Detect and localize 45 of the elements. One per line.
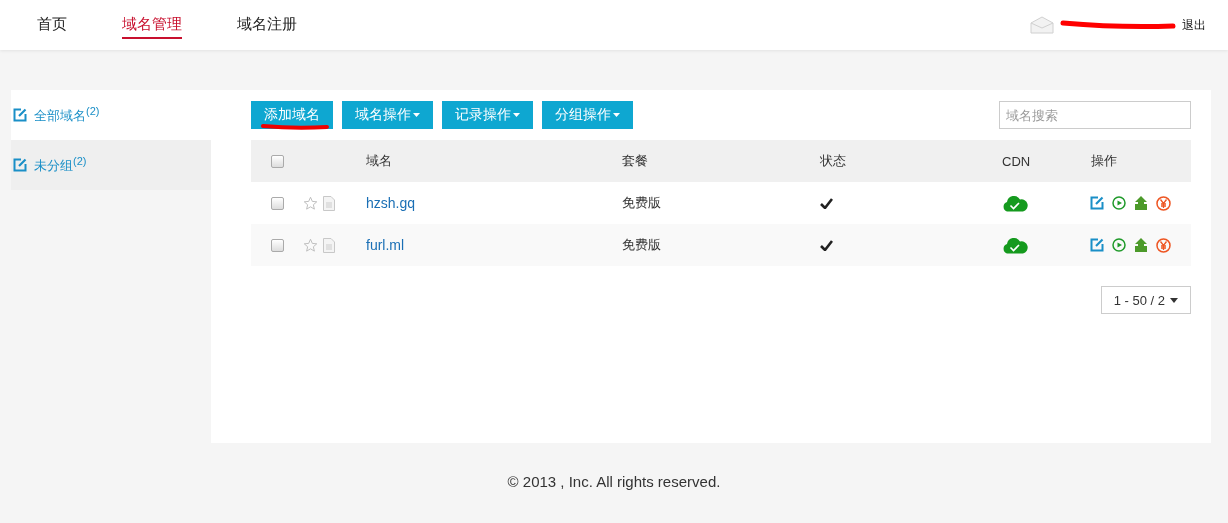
cloud-check-icon[interactable] <box>1002 194 1028 212</box>
row-checkbox[interactable] <box>271 238 284 252</box>
copyright-text: © 2013 , Inc. All rights reserved. <box>507 473 721 490</box>
envelope-icon <box>1030 16 1054 34</box>
sidebar-item[interactable]: 全部域名$^{(2)}$ <box>11 90 211 140</box>
caret-icon <box>613 113 620 117</box>
dropdown-button[interactable]: 分组操作 <box>542 101 633 129</box>
nav-tab[interactable]: 域名注册 <box>237 11 297 39</box>
upload-arrow-icon[interactable] <box>1134 196 1148 210</box>
dropdown-button[interactable]: 记录操作 <box>442 101 533 129</box>
caret-icon <box>1170 297 1178 303</box>
yen-icon[interactable] <box>1156 195 1171 211</box>
yen-icon[interactable] <box>1156 237 1171 253</box>
column-header: CDN <box>1002 153 1031 169</box>
edit-icon <box>13 158 27 172</box>
column-header: 操作 <box>1091 152 1117 170</box>
domain-link[interactable]: hzsh.gq <box>366 195 416 211</box>
add-button[interactable]: 添加域名 <box>251 101 333 129</box>
nav-tab[interactable]: 域名管理 <box>122 11 182 39</box>
row-checkbox[interactable] <box>271 196 284 210</box>
column-header: 状态 <box>820 152 846 170</box>
dropdown-button[interactable]: 域名操作 <box>342 101 433 129</box>
caret-icon <box>413 113 420 117</box>
column-header: 套餐 <box>622 153 648 168</box>
upload-arrow-icon[interactable] <box>1134 238 1148 252</box>
edit-icon[interactable] <box>1090 238 1104 252</box>
edit-icon[interactable] <box>1090 196 1104 210</box>
table-cell: 免费版 <box>622 237 661 252</box>
play-icon[interactable] <box>1112 238 1126 252</box>
pagination-dropdown[interactable]: 1 - 50 / 2 <box>1100 286 1191 314</box>
star-icon[interactable] <box>303 237 318 253</box>
column-header: 域名 <box>366 153 392 168</box>
edit-icon <box>13 108 27 122</box>
logout-link[interactable]: 退出 <box>1182 16 1206 34</box>
domain-link[interactable]: furl.ml <box>366 237 405 253</box>
cloud-check-icon[interactable] <box>1002 236 1028 254</box>
caret-icon <box>513 113 520 117</box>
select-all-checkbox[interactable] <box>271 154 284 168</box>
search-field[interactable]: 域名搜索 <box>999 101 1191 129</box>
star-icon[interactable] <box>303 195 318 211</box>
nav-tab[interactable]: 首页 <box>37 11 67 39</box>
play-icon[interactable] <box>1112 196 1126 210</box>
annotation-underline <box>259 123 331 131</box>
sidebar-item[interactable]: 未分组$^{(2)}$ <box>11 140 211 190</box>
table-cell: 免费版 <box>622 195 661 210</box>
